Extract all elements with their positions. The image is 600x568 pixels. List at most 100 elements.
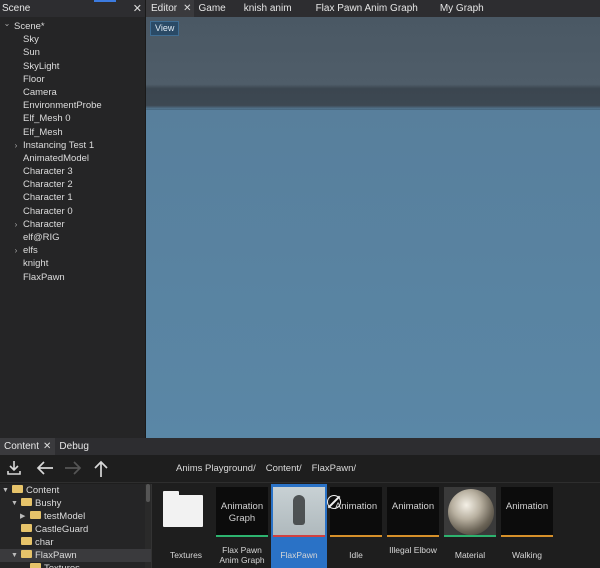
scene-tree-label: Sky — [23, 34, 39, 46]
scene-tree-item[interactable]: Character 3 — [0, 165, 145, 178]
folder-tree-entry: Textures — [30, 562, 80, 568]
scene-tree-item[interactable]: › Instancing Test 1 — [0, 139, 145, 152]
scene-tree-item[interactable]: Floor — [0, 73, 145, 86]
content-tabbar: Content ✕ Debug — [0, 438, 600, 455]
chevron-down-icon[interactable]: ▼ — [2, 484, 9, 497]
scene-tree-item[interactable]: Character 1 — [0, 191, 145, 204]
close-icon[interactable]: ✕ — [133, 2, 142, 15]
asset-tile[interactable]: Animation Walking — [499, 484, 555, 568]
scene-tree-item[interactable]: › elfs — [0, 244, 145, 257]
close-icon[interactable]: ✕ — [43, 441, 51, 452]
scene-tree-item[interactable]: knight — [0, 257, 145, 270]
arrow-up-icon[interactable] — [91, 459, 111, 479]
tab-label: My Graph — [439, 3, 484, 14]
breadcrumb-item[interactable]: Anims Playground/ — [176, 463, 256, 474]
folder-tree-item[interactable]: ▶ testModel — [0, 510, 151, 523]
asset-tile[interactable]: Textures — [158, 484, 214, 568]
tab-content-1[interactable]: Debug — [55, 438, 92, 455]
scene-tree-item[interactable]: Camera — [0, 86, 145, 99]
folder-tree-item[interactable]: char — [0, 536, 151, 549]
scene-tree-item[interactable]: Elf_Mesh 0 — [0, 112, 145, 125]
thumbnail-caption: Animation Graph — [220, 501, 264, 524]
editor-tabbar: Editor ✕ Game knish anim Flax Pawn Anim Grap… — [146, 0, 600, 17]
folder-tree-entry: FlaxPawn — [21, 549, 77, 562]
import-icon[interactable] — [4, 459, 24, 479]
folder-icon — [21, 524, 32, 533]
chevron-down-icon[interactable]: ⌄ — [2, 17, 12, 30]
asset-label: Flax Pawn Anim Graph — [219, 545, 265, 565]
scene-tree-item[interactable]: Sky — [0, 33, 145, 46]
close-icon[interactable]: ✕ — [183, 0, 191, 17]
breadcrumb: Anims Playground/Content/FlaxPawn/ — [176, 463, 366, 474]
scene-tree-item[interactable]: Character 0 — [0, 205, 145, 218]
scene-tree-label: Elf_Mesh — [23, 126, 63, 138]
chevron-right-icon[interactable]: ▶ — [20, 510, 25, 523]
chevron-down-icon[interactable]: ▼ — [11, 549, 18, 562]
scene-tree-item[interactable]: Elf_Mesh — [0, 126, 145, 139]
folder-tree-entry: char — [21, 536, 53, 549]
folder-icon — [21, 550, 32, 559]
scene-tree-label: Camera — [23, 86, 57, 98]
editor-viewport[interactable]: View — [146, 17, 600, 438]
arrow-right-icon[interactable] — [63, 459, 83, 479]
folder-tree-item[interactable]: CastleGuard — [0, 523, 151, 536]
scene-tree-label: Character 0 — [23, 205, 73, 217]
tab-editor-4[interactable]: My Graph — [435, 0, 489, 17]
folder-tree-label: char — [35, 537, 54, 548]
scene-tree-item[interactable]: SkyLight — [0, 60, 145, 73]
folder-icon — [30, 511, 41, 520]
tab-scene[interactable]: Scene — [0, 0, 34, 17]
tab-content-0[interactable]: Content ✕ — [0, 438, 56, 455]
scene-tree-label: Floor — [23, 73, 45, 85]
asset-thumbnail: Animation — [501, 487, 553, 537]
asset-label: Illegal Elbow — [389, 545, 437, 555]
tab-editor-2[interactable]: knish anim — [239, 0, 297, 17]
folder-tree-item[interactable]: Textures — [0, 562, 151, 568]
tab-editor-3[interactable]: Flax Pawn Anim Graph — [311, 0, 423, 17]
scene-tree-item[interactable]: elf@RIG — [0, 231, 145, 244]
asset-tile[interactable]: Animation Illegal Elbow — [385, 484, 441, 568]
scene-tree-label: elfs — [23, 245, 38, 257]
folder-tree: ▼ Content ▼ Bushy ▶ testModel CastleGuard char ▼… — [0, 484, 152, 568]
scene-tree-item[interactable]: Character 2 — [0, 178, 145, 191]
asset-tile[interactable]: FlaxPawn — [271, 484, 327, 568]
scene-tree: ⌄ Scene* Sky Sun SkyLight Floor Camera Environm… — [0, 17, 145, 284]
folder-tree-item[interactable]: ▼ Content — [0, 484, 151, 497]
scene-tree-item[interactable]: AnimatedModel — [0, 152, 145, 165]
scene-tree-label: Scene* — [14, 21, 45, 32]
tab-label: Flax Pawn Anim Graph — [315, 3, 418, 14]
asset-tile[interactable]: Material — [442, 484, 498, 568]
scene-tree-label: Elf_Mesh 0 — [23, 113, 71, 125]
breadcrumb-item[interactable]: Content/ — [266, 463, 302, 474]
tab-editor-1[interactable]: Game — [194, 0, 231, 17]
folder-tree-item[interactable]: ▼ Bushy — [0, 497, 151, 510]
folder-icon — [30, 563, 41, 568]
tab-label: knish anim — [243, 3, 292, 14]
view-menu-button[interactable]: View — [150, 21, 180, 36]
tab-label: Editor — [151, 3, 178, 14]
asset-label: Material — [454, 550, 486, 560]
chevron-right-icon[interactable]: › — [11, 244, 21, 257]
breadcrumb-item[interactable]: FlaxPawn/ — [312, 463, 356, 474]
asset-type-underline — [216, 535, 268, 537]
folder-tree-item[interactable]: ▼ FlaxPawn — [0, 549, 151, 562]
scene-tree-item[interactable]: FlaxPawn — [0, 271, 145, 284]
scene-tree-item[interactable]: ⌄ Scene* — [0, 17, 145, 33]
folder-icon — [21, 498, 32, 507]
folder-tree-label: FlaxPawn — [35, 550, 77, 561]
scene-tree-label: FlaxPawn — [23, 271, 65, 283]
asset-thumbnail: Animation — [330, 487, 382, 537]
folder-tree-label: Textures — [44, 563, 80, 568]
scene-tree-item[interactable]: › Character — [0, 218, 145, 231]
chevron-right-icon[interactable]: › — [11, 139, 21, 152]
tab-editor-0[interactable]: Editor ✕ — [146, 0, 194, 17]
asset-tile[interactable]: Animation Graph Flax Pawn Anim Graph — [214, 484, 270, 568]
chevron-right-icon[interactable]: › — [11, 218, 21, 231]
scene-tree-item[interactable]: Sun — [0, 46, 145, 59]
chevron-down-icon[interactable]: ▼ — [11, 497, 18, 510]
asset-label: Walking — [512, 550, 542, 560]
thumbnail-caption: Animation — [505, 501, 549, 512]
scene-tree-item[interactable]: EnvironmentProbe — [0, 99, 145, 112]
arrow-left-icon[interactable] — [35, 459, 55, 479]
asset-thumbnail — [273, 487, 325, 537]
